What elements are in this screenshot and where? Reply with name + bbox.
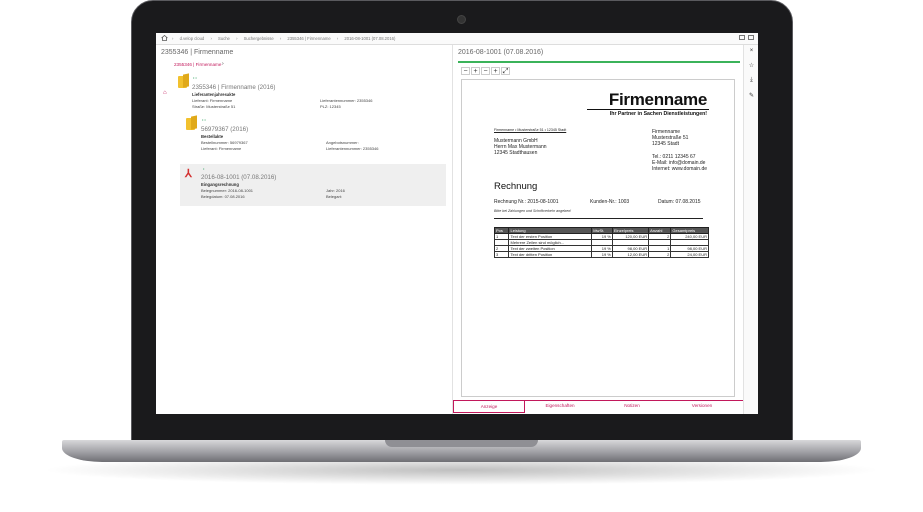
- table-row: 3 Text der dritten Position 19 % 12,00 E…: [493, 251, 709, 258]
- pin-icon[interactable]: ✎: [747, 92, 756, 99]
- node-type: Bestellakte: [201, 134, 224, 139]
- node-type: Lieferantenjahresakte: [192, 92, 236, 97]
- table-cell: Text der dritten Position: [508, 251, 593, 258]
- tab-anzeige[interactable]: Anzeige: [453, 401, 525, 413]
- node-field: Belegart:: [326, 194, 343, 199]
- recipient-address: Mustermann GmbH Herrn Max Mustermann 123…: [494, 138, 547, 156]
- table-cell: 2: [648, 251, 672, 258]
- tab-eigenschaften[interactable]: Eigenschaften: [525, 403, 595, 408]
- tab-notizen[interactable]: Notizen: [597, 403, 667, 408]
- screen: › d.velop cloud › Suche › Suchergebnisse…: [156, 33, 758, 414]
- preview-title: 2016-08-1001 (07.08.2016): [458, 49, 544, 56]
- node-field: Belegdatum: 07.08.2016: [201, 194, 245, 199]
- invoice-date: Datum: 07.08.2015: [658, 199, 701, 205]
- star-icon[interactable]: ☆: [747, 62, 756, 69]
- panel-subtitle-link[interactable]: 2355346 | Firmenname: [174, 62, 221, 67]
- firm-contact: Tel.: 0211 12345 67 E-Mail: info@domain.…: [652, 154, 707, 172]
- table-cell: 24,00 EUR: [670, 251, 709, 258]
- node-field: Lieferantennummer: 2355346: [326, 146, 379, 151]
- breadcrumb-separator: ›: [279, 36, 282, 41]
- brand-underline: [587, 109, 709, 110]
- close-icon[interactable]: ×: [747, 48, 756, 54]
- node-field: Lieferant: Firmenname: [192, 98, 233, 103]
- top-bar: › d.velop cloud › Suche › Suchergebnisse…: [156, 33, 758, 45]
- breadcrumb-item[interactable]: 2016-08-1001 (07.08.2016): [344, 36, 395, 41]
- node-title[interactable]: 2016-08-1001 (07.08.2016): [201, 174, 276, 181]
- fit-button[interactable]: ⤢: [501, 67, 510, 75]
- breadcrumb-separator: ›: [172, 36, 174, 41]
- table-cell: 12,00 EUR: [611, 251, 650, 258]
- node-field: Straße: Musterstraße 51: [192, 104, 236, 109]
- invoice-title: Rechnung: [494, 181, 538, 192]
- window-controls: [736, 35, 754, 42]
- table-cell: 19 %: [591, 251, 613, 258]
- panel-title: 2355346 | Firmenname: [161, 49, 234, 56]
- preview-tabs: Anzeige Eigenschaften Notizen Versionen: [453, 400, 743, 414]
- grow-button[interactable]: +: [491, 67, 500, 75]
- node-field: Belegnummer: 2016-08-1001: [201, 188, 254, 193]
- node-field: Angebotsnummer:: [326, 140, 359, 145]
- zoom-toolbar: − + − + ⤢: [461, 67, 511, 75]
- table-cell: 3: [493, 251, 510, 258]
- breadcrumb-separator: ›: [336, 36, 339, 41]
- folder-icon: [186, 118, 195, 130]
- action-sidebar: × ☆ ⤓ ✎: [743, 45, 758, 414]
- status-dots: ••: [202, 117, 207, 122]
- split-view-icon[interactable]: [739, 35, 745, 40]
- breadcrumb-separator: ›: [210, 36, 212, 41]
- progress-bar: [458, 61, 740, 63]
- divider: [494, 218, 703, 219]
- breadcrumb-item[interactable]: Suchergebnisse: [244, 36, 274, 41]
- firm-address: Firmenname Musterstraße 51 12345 Stadt: [652, 129, 688, 147]
- pdf-icon: ⅄: [185, 168, 192, 180]
- node-type: Eingangsrechnung: [201, 182, 239, 187]
- camera-icon: [457, 15, 466, 24]
- node-field: Lieferant: Firmenname: [201, 146, 242, 151]
- preview-panel: 2016-08-1001 (07.08.2016) − + − + ⤢ Firmenna…: [453, 45, 743, 414]
- customer-number: Kunden-Nr.: 1003: [590, 199, 630, 205]
- invoice-number: Rechnung Nr.: 2015-08-1001: [494, 199, 559, 205]
- address-line: 12345 Stadthausen: [494, 150, 538, 156]
- breadcrumb-item[interactable]: Suche: [218, 36, 230, 41]
- node-field: Lieferantennummer: 2355346: [320, 98, 373, 103]
- result-panel: 2355346 | Firmenname 2355346 | Firmennam…: [156, 45, 453, 414]
- zoom-out-button[interactable]: −: [461, 67, 470, 75]
- breadcrumb: › d.velop cloud › Suche › Suchergebnisse…: [172, 36, 400, 41]
- node-title[interactable]: 2355346 | Firmenname (2016): [192, 84, 275, 91]
- document-preview[interactable]: Firmenname Ihr Partner in Sachen Dienstl…: [461, 79, 735, 397]
- brand-tagline: Ihr Partner in Sachen Dienstleistungen!: [609, 111, 707, 117]
- maximize-icon[interactable]: [748, 35, 754, 40]
- node-title[interactable]: 56979367 (2016): [201, 126, 248, 133]
- breadcrumb-item[interactable]: d.velop cloud: [180, 36, 205, 41]
- zoom-in-button[interactable]: +: [471, 67, 480, 75]
- folder-icon: [178, 76, 187, 88]
- laptop-notch: [385, 440, 538, 447]
- download-icon[interactable]: ⤓: [747, 77, 756, 84]
- contact-line: Internet: www.domain.de: [652, 166, 708, 172]
- invoice-note: Bitte bei Zahlungen und Schriftverkehr a…: [494, 209, 572, 213]
- shrink-button[interactable]: −: [481, 67, 490, 75]
- status-dots: ••: [193, 75, 198, 80]
- address-line: 12345 Stadt: [652, 141, 679, 147]
- brand-logo: Firmenname: [608, 90, 707, 109]
- breadcrumb-separator: ›: [236, 36, 238, 41]
- tab-versionen[interactable]: Versionen: [667, 403, 737, 408]
- home-icon[interactable]: [161, 35, 168, 41]
- node-field: Jahr: 2016: [326, 188, 345, 193]
- sender-line: Firmenname • Musterstraße 51 • 12345 Sta…: [494, 128, 567, 132]
- chevron-right-icon[interactable]: ›: [222, 61, 224, 67]
- node-field: Bestellnummer: 56979367: [201, 140, 248, 145]
- hierarchy-icon[interactable]: ⌂: [163, 90, 167, 96]
- invoice-table: Pos Leistung MwSt. Einzelpreis Anzahl Ge…: [493, 227, 709, 258]
- node-field: PLZ: 12345: [320, 104, 341, 109]
- status-dots: •: [203, 166, 206, 171]
- breadcrumb-item[interactable]: 2355346 | Firmenname: [287, 36, 330, 41]
